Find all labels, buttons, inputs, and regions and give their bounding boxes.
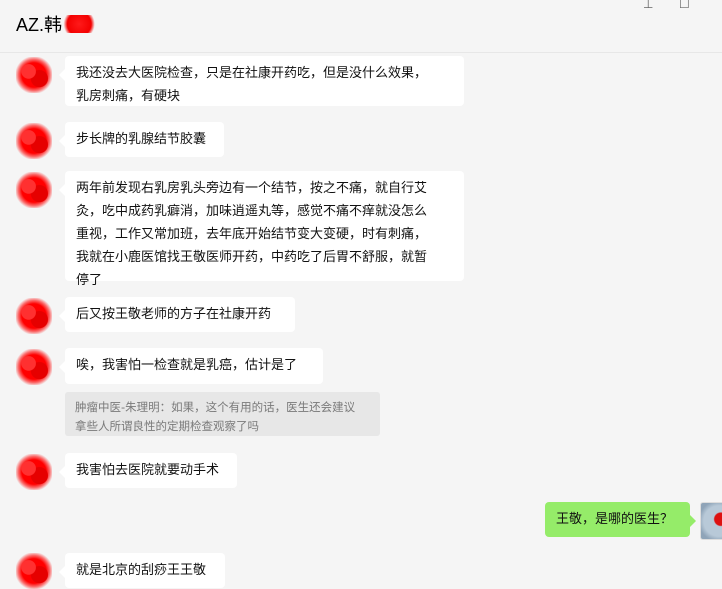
chat-title-text: AZ.韩 (16, 15, 63, 35)
avatar[interactable] (16, 349, 52, 385)
message-bubble[interactable]: 唉，我害怕一检查就是乳癌，估计是了 (59, 348, 323, 384)
avatar[interactable] (16, 298, 52, 334)
avatar[interactable] (16, 553, 52, 589)
message-bubble[interactable]: 两年前发现右乳房乳头旁边有一个结节，按之不痛，就自行艾 灸，吃中成药乳癖消，加味… (59, 171, 464, 288)
message-bubble[interactable]: 步长牌的乳腺结节胶囊 (59, 122, 224, 157)
avatar[interactable] (16, 123, 52, 159)
message-bubble[interactable]: 我还没去大医院检查，只是在社康开药吃，但是没什么效果， 乳房刺痛，有硬块 (59, 56, 464, 106)
maximize-icon[interactable]: ☐ (679, 0, 690, 11)
quoted-message[interactable]: 肿瘤中医-朱理明：如果，这个有用的话，医生还会建议 拿些人所谓良性的定期检查观察… (65, 392, 380, 436)
message-bubble[interactable]: 后又按王敬老师的方子在社康开药 (59, 297, 295, 332)
redacted-name-mark (63, 15, 100, 33)
avatar[interactable] (16, 454, 52, 490)
chat-title: AZ.韩 (16, 11, 100, 37)
message-bubble[interactable]: 我害怕去医院就要动手术 (59, 453, 237, 488)
avatar[interactable] (16, 172, 52, 208)
message-bubble-self[interactable]: 王敬，是哪的医生？ (545, 502, 696, 537)
chat-header: AZ.韩 ⊥ ☐ (0, 0, 722, 53)
message-bubble[interactable]: 就是北京的刮痧王王敬 (59, 553, 225, 588)
avatar[interactable] (16, 57, 52, 93)
avatar-self[interactable] (700, 502, 722, 540)
pin-icon[interactable]: ⊥ (643, 0, 653, 11)
